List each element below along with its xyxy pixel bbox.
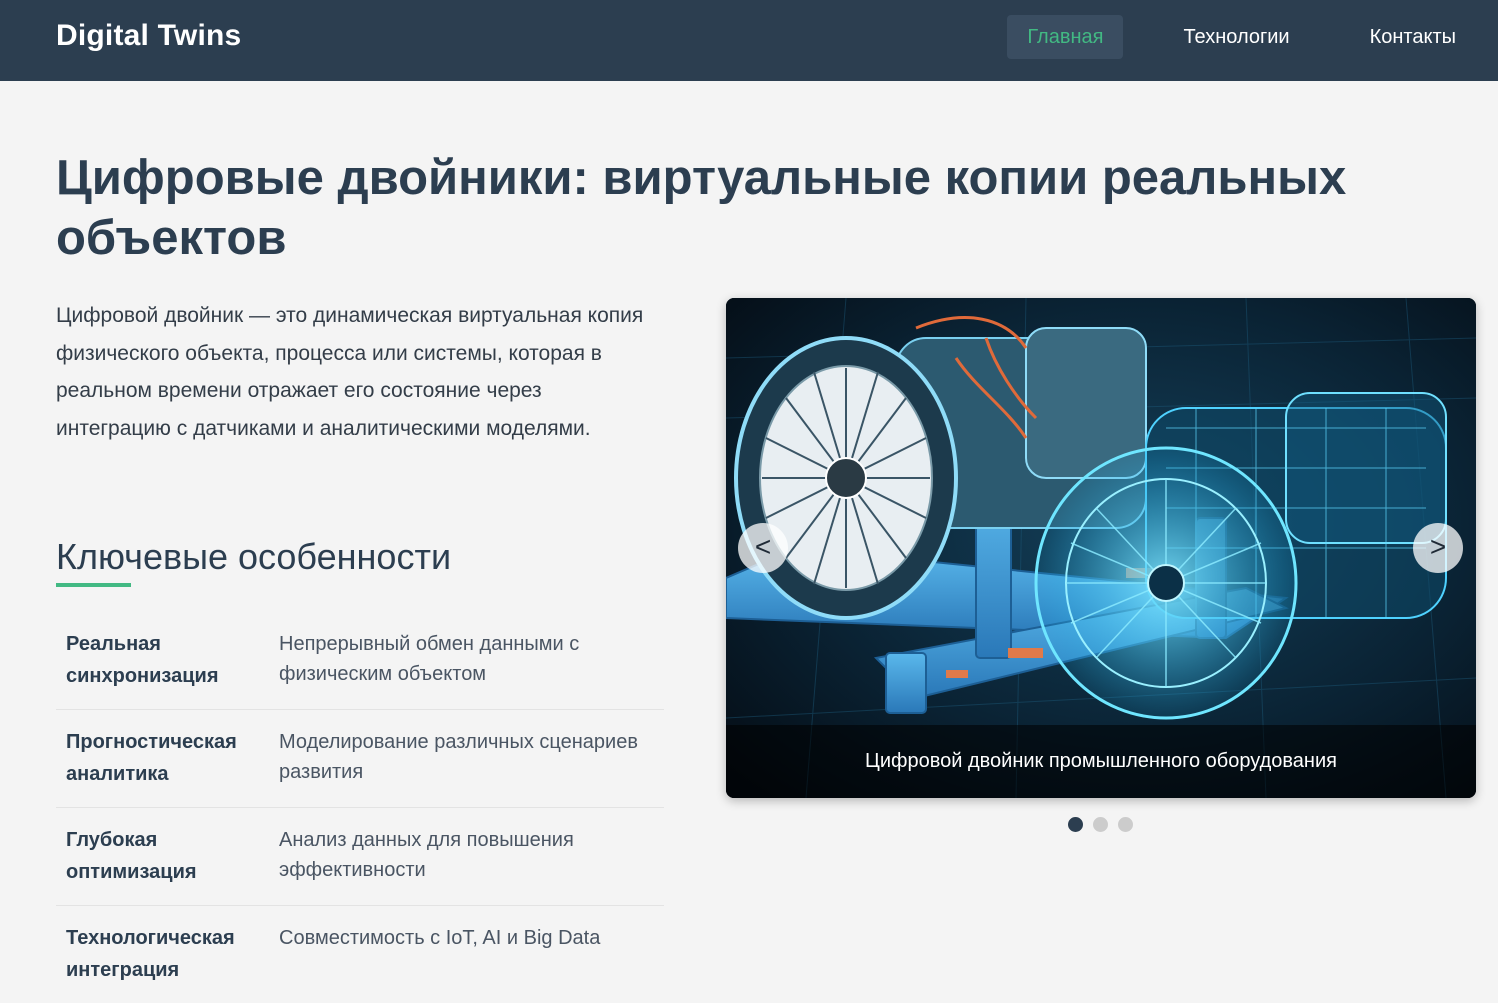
heading-underline — [56, 583, 131, 587]
table-row: Глубокая оптимизация Анализ данных для п… — [56, 808, 664, 906]
image-slider[interactable]: Цифровой двойник промышленного оборудова… — [726, 298, 1476, 798]
table-row: Технологическая интеграция Совместимость… — [56, 906, 664, 1003]
intro-paragraph: Цифровой двойник — это динамическая вирт… — [56, 297, 656, 447]
slider-dot[interactable] — [1118, 817, 1133, 832]
features-heading: Ключевые особенности — [56, 536, 451, 578]
feature-name: Реальная синхронизация — [56, 612, 269, 710]
feature-description: Непрерывный обмен данными с физическим о… — [269, 612, 664, 710]
feature-description: Моделирование различных сценариев развит… — [269, 710, 664, 808]
feature-description: Совместимость с IoT, AI и Big Data — [269, 906, 664, 1003]
feature-name: Глубокая оптимизация — [56, 808, 269, 906]
brand-logo[interactable]: Digital Twins — [56, 19, 241, 53]
features-table: Реальная синхронизация Непрерывный обмен… — [56, 612, 664, 1003]
feature-name: Прогностическая аналитика — [56, 710, 269, 808]
slider-dot[interactable] — [1068, 817, 1083, 832]
nav-link-contacts[interactable]: Контакты — [1350, 15, 1476, 59]
feature-description: Анализ данных для повышения эффективност… — [269, 808, 664, 906]
slider-dots — [1068, 817, 1143, 832]
page-title: Цифровые двойники: виртуальные копии реа… — [56, 148, 1356, 268]
table-row: Реальная синхронизация Непрерывный обмен… — [56, 612, 664, 710]
caption-bar: Цифровой двойник промышленного оборудова… — [726, 725, 1476, 798]
feature-name: Технологическая интеграция — [56, 906, 269, 1003]
table-row: Прогностическая аналитика Моделирование … — [56, 710, 664, 808]
nav-link-home[interactable]: Главная — [1007, 15, 1123, 59]
slider-prev-button[interactable]: < — [738, 523, 788, 573]
navbar: Digital Twins Главная Технологии Контакт… — [0, 0, 1498, 81]
nav-link-technologies[interactable]: Технологии — [1163, 15, 1309, 59]
turbine-image — [726, 298, 1476, 798]
slide-caption: Цифровой двойник промышленного оборудова… — [726, 725, 1476, 798]
slider-dot[interactable] — [1093, 817, 1108, 832]
nav-links: Главная Технологии Контакты — [1007, 15, 1476, 59]
slider-next-button[interactable]: > — [1413, 523, 1463, 573]
